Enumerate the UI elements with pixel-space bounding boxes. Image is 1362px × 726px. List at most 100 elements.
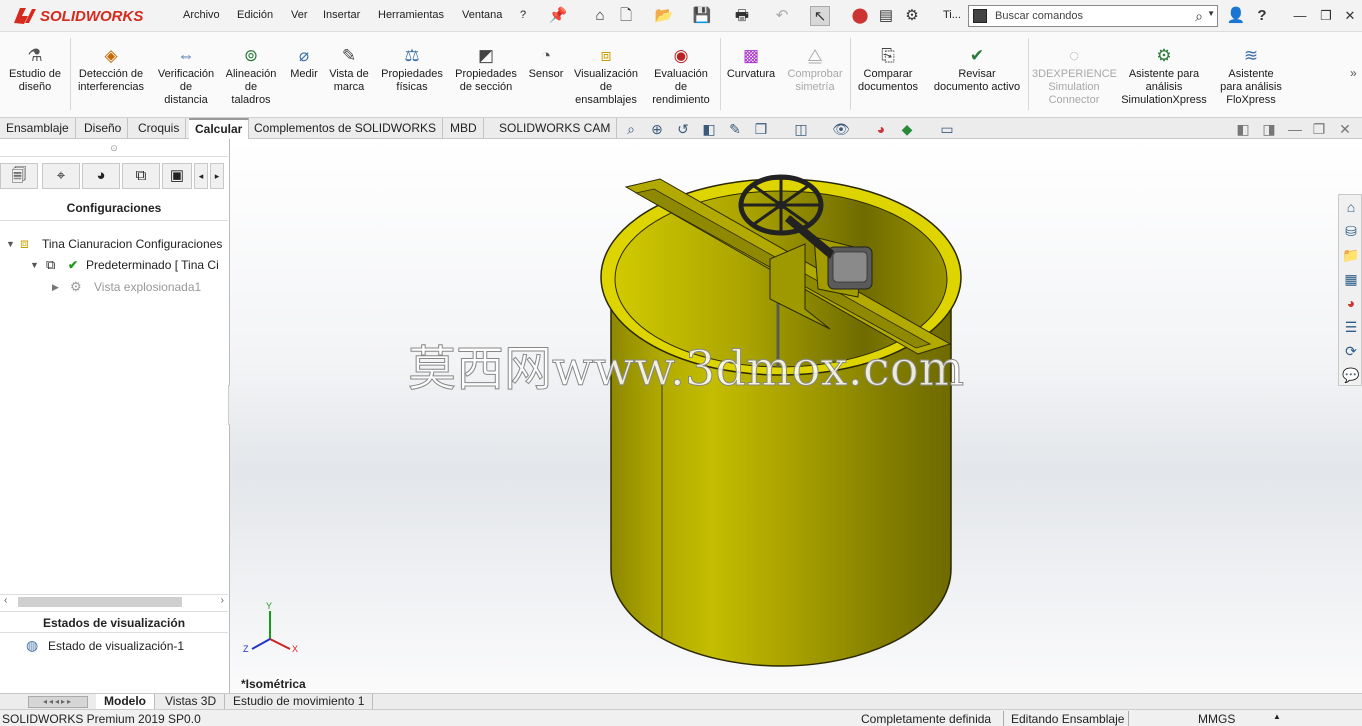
ribbon-button-section-props[interactable]: ◩ Propiedades de sección: [450, 46, 522, 94]
tab-calcular[interactable]: Calcular: [189, 118, 250, 139]
graphics-area[interactable]: 莫西网www.3dmox.com Y X Z *Isométrica: [230, 139, 1362, 693]
custom-properties-icon[interactable]: ☰: [1341, 317, 1361, 337]
solidworks-logo[interactable]: SOLIDWORKS: [12, 4, 143, 28]
scroll-left-icon[interactable]: ‹: [4, 595, 7, 606]
tab-mbd[interactable]: MBD: [444, 118, 484, 139]
menu-insertar[interactable]: Insertar: [323, 9, 360, 21]
view-orientation-icon[interactable]: ❒: [752, 120, 770, 138]
panel-grip[interactable]: ⊙: [0, 143, 228, 157]
section-view-icon[interactable]: ◧: [700, 120, 718, 138]
undo-icon[interactable]: ↶: [772, 6, 792, 26]
ribbon-button-symmetry[interactable]: ⧋ Comprobar simetría: [784, 46, 846, 94]
view-settings-icon[interactable]: ▭: [938, 120, 956, 138]
scene-icon[interactable]: ◆: [898, 120, 916, 138]
menu-archivo[interactable]: Archivo: [183, 9, 220, 21]
home-icon[interactable]: ⌂: [590, 6, 610, 26]
doc-minimize-icon[interactable]: —: [1286, 120, 1304, 138]
ribbon-button-performance[interactable]: ◉ Evaluación de rendimiento: [646, 46, 716, 107]
save-icon[interactable]: 💾: [692, 6, 712, 26]
feature-tree-tab-icon[interactable]: 🗐: [0, 163, 38, 189]
ribbon-button-mass-props[interactable]: ⚖ Propiedades físicas: [376, 46, 448, 94]
user-icon[interactable]: 👤: [1226, 6, 1246, 26]
scroll-right-icon[interactable]: ›: [221, 595, 224, 606]
tab-nav-arrows-icon[interactable]: ◂◂◂▸▸: [28, 696, 88, 708]
display-state-item[interactable]: ◍ Estado de visualización-1: [26, 637, 184, 654]
zoom-to-fit-icon[interactable]: ⌕: [622, 120, 640, 138]
menu-edicion[interactable]: Edición: [237, 9, 273, 21]
ribbon-button-sensor[interactable]: ◔ Sensor: [524, 46, 568, 81]
expand-arrow-icon[interactable]: ▼: [30, 260, 46, 270]
scrollbar-thumb[interactable]: [18, 597, 182, 607]
ribbon-button-markup[interactable]: ✎ Vista de marca: [324, 46, 374, 94]
solidworks-resources-icon[interactable]: ⌂: [1341, 197, 1361, 217]
search-box[interactable]: Buscar comandos ⌕ ▼: [968, 5, 1218, 27]
view-palette-icon[interactable]: ▦: [1341, 269, 1361, 289]
new-document-icon[interactable]: 🗋: [616, 6, 636, 26]
appearance-icon[interactable]: ◕: [872, 120, 890, 138]
rebuild-light-icon[interactable]: ⬤: [850, 6, 870, 26]
print-icon[interactable]: 🖶: [732, 6, 752, 26]
ribbon-button-floxpress[interactable]: ≋ Asistente para análisis FloXpress: [1212, 46, 1290, 107]
ribbon-button-hole-align[interactable]: ⊚ Alineación de taladros: [220, 46, 282, 107]
ribbon-button-assembly-vis[interactable]: ⧈ Visualización de ensamblajes: [568, 46, 644, 107]
open-folder-icon[interactable]: 📂: [654, 6, 674, 26]
tab-croquis[interactable]: Croquis: [132, 118, 187, 139]
menu-herramientas[interactable]: Herramientas: [378, 9, 444, 21]
chat-icon[interactable]: 💬: [1341, 365, 1361, 385]
tab-motion-study[interactable]: Estudio de movimiento 1: [225, 694, 374, 710]
ribbon-button-curvature[interactable]: ▩ Curvatura: [722, 46, 780, 81]
tree-exploded-view[interactable]: ▶ ⚙ Vista explosionada1: [52, 279, 201, 295]
appearance-tab-icon[interactable]: ◕: [82, 163, 120, 189]
menu-ventana[interactable]: Ventana: [462, 9, 502, 21]
expand-arrow-icon[interactable]: ▶: [52, 282, 70, 293]
design-library-icon[interactable]: ⛁: [1341, 221, 1361, 241]
tab-solidworks-cam[interactable]: SOLIDWORKS CAM: [493, 118, 618, 139]
tab-complementos[interactable]: Complementos de SOLIDWORKS: [248, 118, 444, 139]
help-icon[interactable]: ?: [1252, 6, 1272, 26]
options-gear-icon[interactable]: ⚙: [902, 6, 922, 26]
pin-icon[interactable]: 📌: [548, 6, 568, 26]
file-explorer-icon[interactable]: 📁: [1341, 245, 1361, 265]
chevron-down-icon[interactable]: ▼: [1207, 9, 1215, 18]
solidworks-forum-icon[interactable]: ⟳: [1341, 341, 1361, 361]
tab-ensamblaje[interactable]: Ensamblaje: [0, 118, 76, 139]
menu-help[interactable]: ?: [520, 9, 526, 21]
tank-model[interactable]: [230, 139, 1362, 693]
zoom-area-icon[interactable]: ⊕: [648, 120, 666, 138]
menu-ver[interactable]: Ver: [291, 9, 308, 21]
tab-diseno[interactable]: Diseño: [78, 118, 129, 139]
close-icon[interactable]: ✕: [1338, 6, 1362, 26]
ribbon-button-clearance[interactable]: ⇔ Verificación de distancia: [152, 46, 220, 107]
previous-view-icon[interactable]: ↺: [674, 120, 692, 138]
ribbon-button-check-doc[interactable]: ✔ Revisar documento activo: [926, 46, 1028, 94]
dynamic-annotation-icon[interactable]: ✎: [726, 120, 744, 138]
expand-arrow-icon[interactable]: ▼: [6, 239, 20, 249]
doc-restore-icon[interactable]: ❐: [1310, 120, 1328, 138]
ribbon-button-measure[interactable]: ⌀ Medir: [285, 46, 323, 81]
ribbon-button-interference[interactable]: ◈ Detección de interferencias: [72, 46, 150, 94]
ribbon-overflow-icon[interactable]: »: [1350, 66, 1357, 80]
unit-system[interactable]: MMGS: [1198, 712, 1235, 726]
hide-show-icon[interactable]: 👁: [832, 120, 850, 138]
tile-right-icon[interactable]: ◨: [1260, 120, 1278, 138]
units-chevron-icon[interactable]: ▲: [1273, 712, 1281, 721]
file-properties-icon[interactable]: ▤: [876, 6, 896, 26]
tab-scroll-right-icon[interactable]: ▸: [210, 163, 224, 189]
doc-close-icon[interactable]: ✕: [1336, 120, 1354, 138]
horizontal-scrollbar[interactable]: ‹ ›: [0, 594, 228, 608]
tree-config-default[interactable]: ▼ ⧉ ✔ Predeterminado [ Tina Ci: [30, 257, 219, 273]
appearances-scenes-icon[interactable]: ◕: [1341, 293, 1361, 313]
restore-icon[interactable]: ❐: [1314, 6, 1338, 26]
magnifier-icon[interactable]: ⌕: [1195, 8, 1203, 25]
dimxpert-tab-icon[interactable]: ▣: [162, 163, 192, 189]
tab-vistas-3d[interactable]: Vistas 3D: [157, 694, 226, 710]
tree-root[interactable]: ▼ ⧈ Tina Cianuracion Configuraciones: [6, 235, 222, 252]
ribbon-button-design-study[interactable]: ⚗ Estudio de diseño: [2, 46, 68, 94]
display-style-icon[interactable]: ◫: [792, 120, 810, 138]
ribbon-button-3dx[interactable]: ◌ 3DEXPERIENCE Simulation Connector: [1032, 46, 1117, 107]
tab-modelo[interactable]: Modelo: [96, 694, 155, 710]
ribbon-button-simxpress[interactable]: ⚙ Asistente para análisis SimulationXpres…: [1116, 46, 1212, 107]
property-manager-tab-icon[interactable]: ⌖: [42, 163, 80, 189]
configuration-tab-icon[interactable]: ⧉: [122, 163, 160, 189]
ribbon-button-compare[interactable]: ⎘ Comparar documentos: [852, 46, 924, 94]
